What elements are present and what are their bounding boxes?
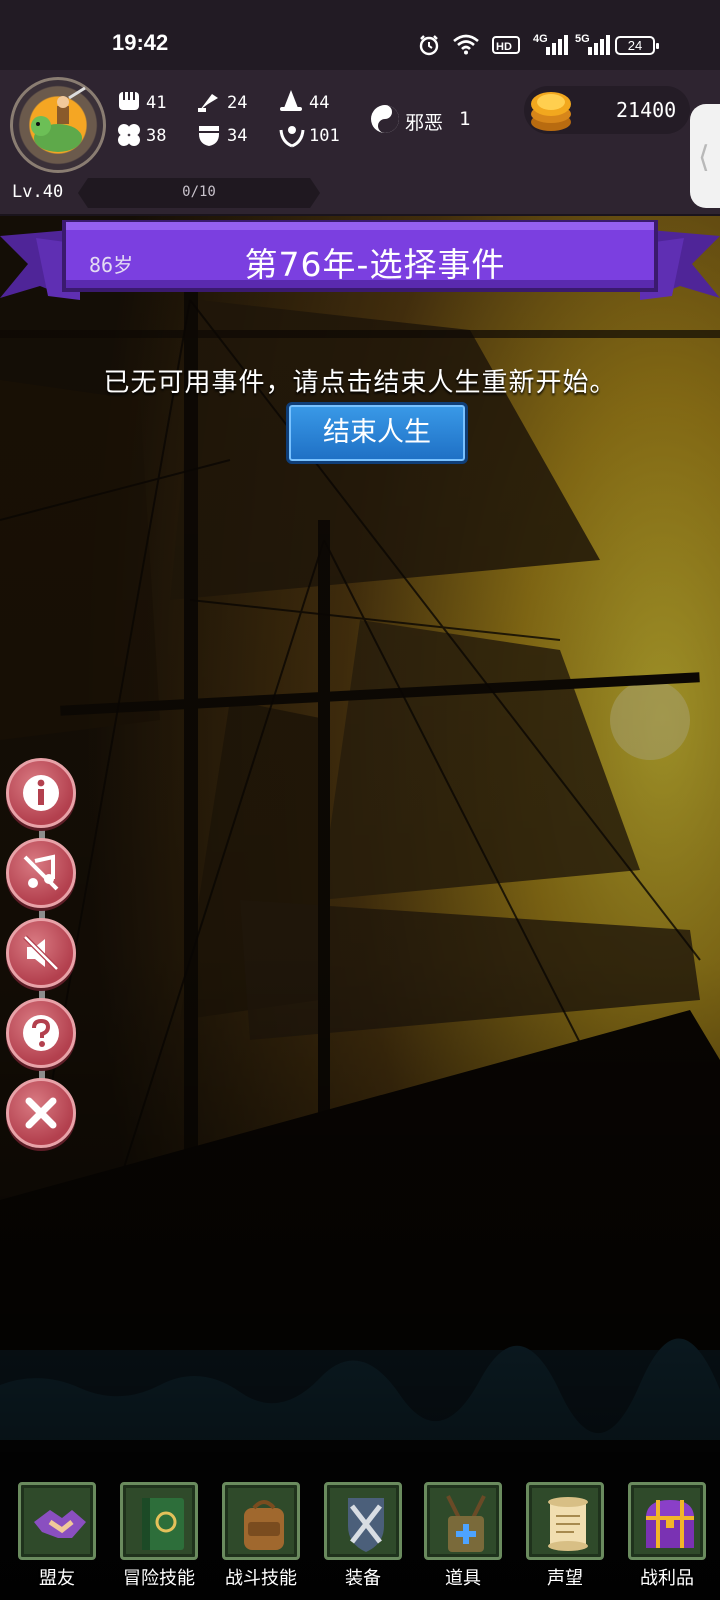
side-drawer-handle[interactable]: ⟨ [690,104,720,208]
nav-equipment[interactable]: 装备 [314,1472,404,1592]
music-off-icon [23,854,59,891]
nav-icon-frame [628,1482,706,1560]
treasure-chest-icon [646,1500,694,1548]
stat-magic: 44 [309,93,330,113]
laurel-icon [279,126,305,148]
armor-icon [199,126,219,146]
sound-mute-icon [23,935,59,971]
gold-amount: 21400 [616,98,677,122]
nav-adventure-skills[interactable]: 冒险技能 [110,1472,200,1592]
alignment-label: 邪恶 [405,112,444,134]
hd-voice-icon: HD [492,36,520,54]
nav-icon-frame [120,1482,198,1560]
nav-icon-frame [222,1482,300,1560]
signal-5g-icon [588,35,610,55]
yin-yang-icon [371,105,399,133]
alignment-value: 1 [459,108,471,130]
stat-luck: 38 [146,126,167,146]
axe-icon [198,94,218,112]
backpack-icon [244,1500,284,1550]
handshake-icon [34,1510,86,1538]
gold-panel: 21400 [524,86,690,134]
knight-riding-dragon-avatar [31,86,86,152]
help-button[interactable] [6,998,76,1068]
end-life-button[interactable]: 结束人生 [286,402,468,464]
satchel-icon [446,1495,486,1552]
nav-label: 战利品 [640,1568,694,1589]
nav-loot[interactable]: 战利品 [618,1472,708,1592]
battery-indicator: 24 [615,36,659,55]
nav-reputation[interactable]: 声望 [516,1472,606,1592]
nav-icon-frame [324,1482,402,1560]
fist-icon [119,92,139,110]
sound-toggle-button[interactable] [6,918,76,988]
status-bar: 19:42 HD 4G 5G 24 [0,0,720,70]
stat-attack: 24 [227,93,248,113]
nav-icon-frame [18,1482,96,1560]
year-banner: 86岁 第76年-选择事件 [0,216,720,312]
spellbook-icon [142,1498,184,1550]
banner-title: 第76年-选择事件 [244,245,506,284]
status-time: 19:42 [112,30,169,55]
nav-icon-frame [526,1482,604,1560]
player-avatar[interactable] [10,77,106,173]
close-icon [25,1097,57,1129]
bottom-navigation: 盟友 冒险技能 战斗技能 装备 道具 声望 战利品 [0,1472,720,1600]
nav-items[interactable]: 道具 [414,1472,504,1592]
alarm-icon [419,35,439,56]
nav-icon-frame [424,1482,502,1560]
player-header: 41 24 44 38 34 101 邪恶 1 21400 ⟨ Lv.40 0/… [0,70,720,216]
clover-icon [118,124,140,146]
close-button[interactable] [6,1078,76,1148]
info-button[interactable] [6,758,76,828]
coin-stack-icon [531,92,571,131]
nav-label: 声望 [547,1568,583,1589]
music-toggle-button[interactable] [6,838,76,908]
no-events-message: 已无可用事件，请点击结束人生重新开始。 [103,368,617,398]
signal-4g-icon [546,35,568,55]
player-age: 86岁 [89,253,134,277]
stat-defense: 34 [227,126,248,146]
player-level: Lv.40 [12,182,64,202]
help-icon [23,1015,59,1051]
nav-label: 冒险技能 [123,1568,195,1589]
nav-label: 盟友 [39,1568,75,1589]
chevron-left-icon: ⟨ [698,140,710,175]
nav-label: 道具 [445,1568,481,1589]
stat-reputation: 101 [309,126,340,146]
nav-combat-skills[interactable]: 战斗技能 [212,1472,302,1592]
stat-strength: 41 [146,93,167,113]
crossed-swords-icon [348,1498,384,1552]
xp-progress-text: 0/10 [182,184,216,200]
scroll-icon [548,1497,588,1551]
nav-label: 战斗技能 [225,1568,297,1589]
info-icon [23,775,59,811]
nav-allies[interactable]: 盟友 [8,1472,98,1592]
wifi-icon [453,34,479,55]
wizard-hat-icon [280,90,302,111]
xp-progress-bar: 0/10 [78,178,320,208]
svg-text:HD: HD [496,41,512,53]
